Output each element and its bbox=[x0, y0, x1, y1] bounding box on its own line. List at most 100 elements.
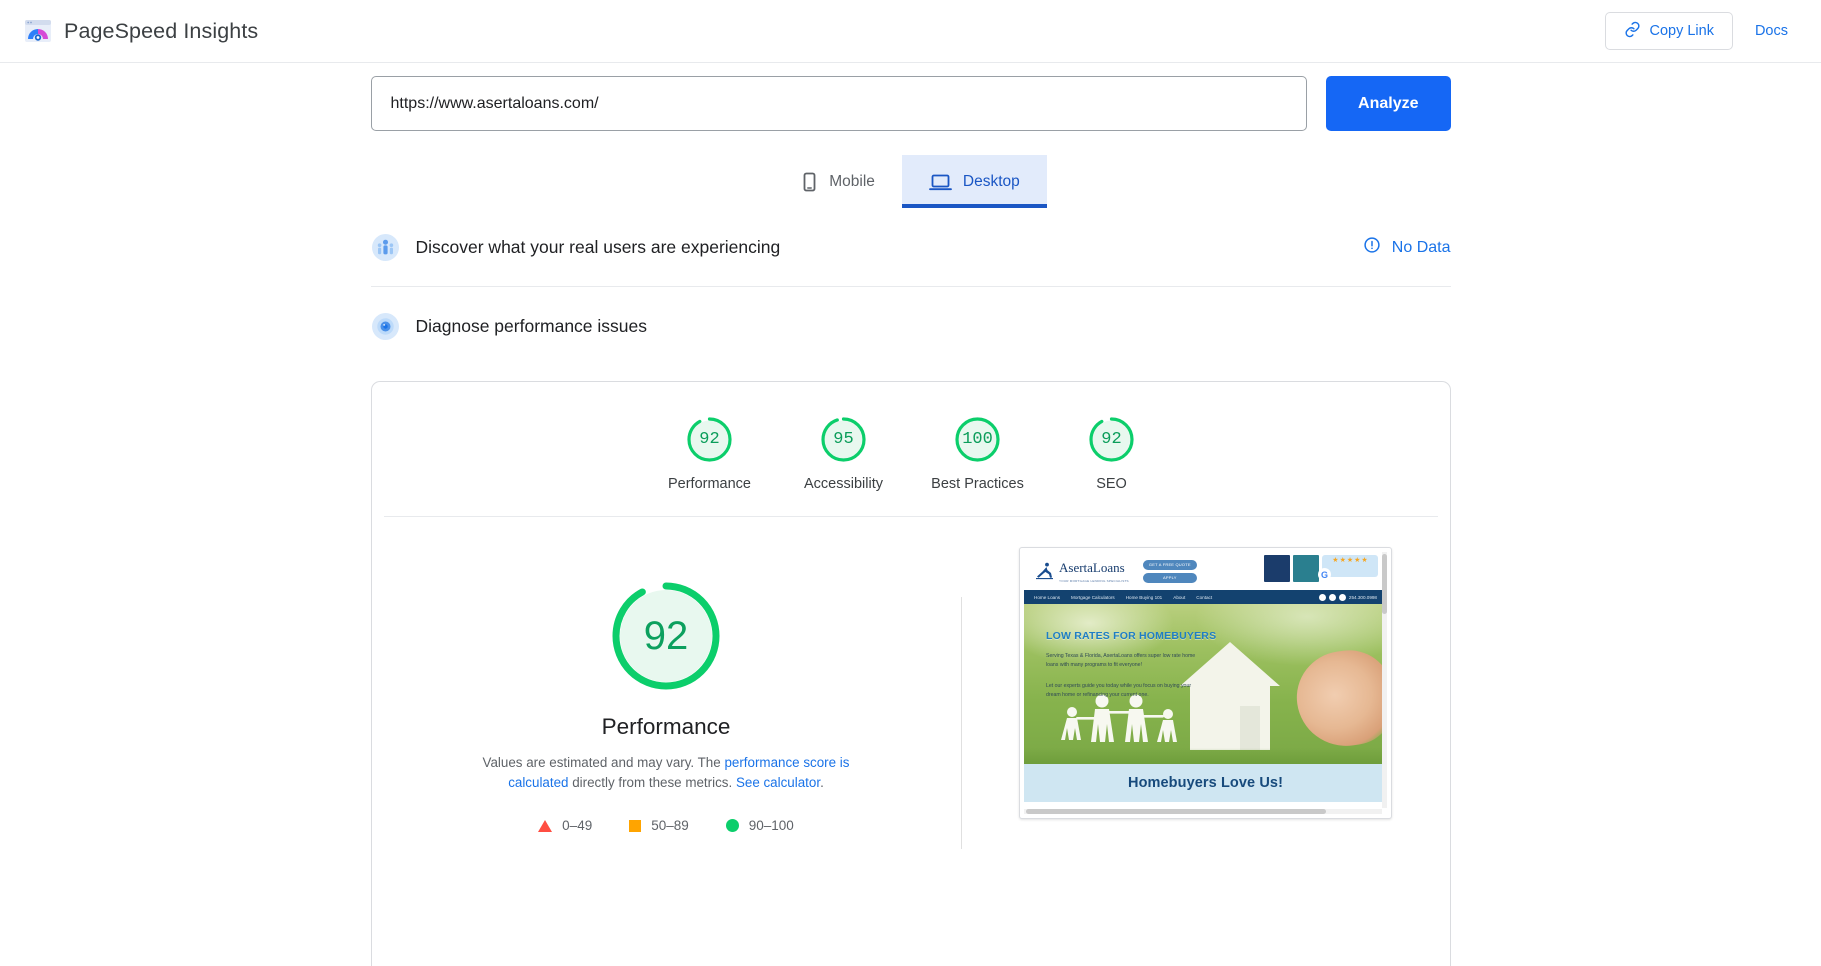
analyze-row: Analyze bbox=[370, 76, 1451, 131]
score-legend: 0–49 50–89 90–100 bbox=[538, 818, 794, 833]
tab-mobile[interactable]: Mobile bbox=[774, 155, 902, 208]
runner-logo-icon bbox=[1034, 561, 1055, 582]
performance-summary: 92 Performance Values are estimated and … bbox=[372, 517, 1450, 959]
linkedin-icon bbox=[1328, 593, 1336, 601]
thumb-cta-secondary: APPLY bbox=[1142, 572, 1197, 583]
gauge-best-practices: 100 bbox=[952, 414, 1003, 465]
tab-mobile-label: Mobile bbox=[829, 172, 875, 190]
circle-icon bbox=[725, 819, 739, 832]
content-column: Analyze Mobile bbox=[370, 76, 1451, 966]
category-best-practices-label: Best Practices bbox=[931, 476, 1024, 492]
thumb-footer-band: Homebuyers Love Us! bbox=[1024, 764, 1387, 802]
gauge-seo-score: 92 bbox=[1101, 430, 1122, 449]
thumb-nav-item-2: Home Buying 101 bbox=[1125, 594, 1163, 600]
docs-link[interactable]: Docs bbox=[1755, 23, 1788, 39]
legend-label-pass: 90–100 bbox=[748, 818, 794, 833]
google-g-icon: G bbox=[1318, 568, 1331, 581]
no-data-label: No Data bbox=[1391, 238, 1451, 256]
gauge-accessibility: 95 bbox=[818, 414, 869, 465]
legend-item-fail: 0–49 bbox=[538, 818, 592, 833]
category-seo-label: SEO bbox=[1096, 476, 1127, 492]
page-thumbnail: AsertaLoans YOUR MORTGAGE LENDING SPECIA… bbox=[1024, 552, 1387, 814]
copy-link-label: Copy Link bbox=[1649, 23, 1714, 39]
category-performance[interactable]: 92 Performance bbox=[643, 414, 777, 492]
link-icon bbox=[1624, 21, 1641, 42]
thumb-site-header: AsertaLoans YOUR MORTGAGE LENDING SPECIA… bbox=[1024, 552, 1387, 590]
field-data-title: Discover what your real users are experi… bbox=[415, 237, 781, 257]
category-performance-label: Performance bbox=[667, 476, 751, 492]
brand[interactable]: PageSpeed Insights bbox=[24, 17, 258, 45]
diagnose-icon bbox=[371, 313, 399, 340]
triangle-icon bbox=[538, 819, 553, 832]
analyze-button[interactable]: Analyze bbox=[1326, 76, 1451, 131]
thumb-nav-item-1: Mortgage Calculators bbox=[1071, 594, 1115, 600]
lab-data-section: Diagnose performance issues bbox=[371, 287, 1451, 365]
thumb-logo-text: AsertaLoans bbox=[1059, 560, 1125, 575]
thumb-footer-text: Homebuyers Love Us! bbox=[1128, 775, 1283, 791]
category-accessibility-label: Accessibility bbox=[804, 476, 883, 492]
page-body: Analyze Mobile bbox=[0, 63, 1821, 966]
page-thumbnail-frame[interactable]: AsertaLoans YOUR MORTGAGE LENDING SPECIA… bbox=[1019, 547, 1392, 819]
category-best-practices[interactable]: 100 Best Practices bbox=[911, 414, 1045, 492]
badge-zillow-icon bbox=[1264, 555, 1290, 582]
gauge-performance-score: 92 bbox=[699, 430, 720, 449]
screenshot-pane: AsertaLoans YOUR MORTGAGE LENDING SPECIA… bbox=[962, 517, 1450, 959]
hand-illustration bbox=[1290, 644, 1387, 753]
square-icon bbox=[629, 819, 642, 832]
performance-gauge: 92 bbox=[609, 579, 723, 693]
app-title: PageSpeed Insights bbox=[64, 18, 259, 43]
category-accessibility[interactable]: 95 Accessibility bbox=[777, 414, 911, 492]
grass-gradient bbox=[1024, 748, 1387, 764]
performance-panel-title: Performance bbox=[601, 714, 731, 739]
thumb-site-logo: AsertaLoans YOUR MORTGAGE LENDING SPECIA… bbox=[1034, 559, 1129, 583]
app-bar: PageSpeed Insights Copy Link Docs bbox=[0, 0, 1821, 63]
gauge-best-practices-score: 100 bbox=[962, 430, 993, 449]
performance-note: Values are estimated and may vary. The p… bbox=[451, 753, 881, 793]
appbar-actions: Copy Link Docs bbox=[1605, 12, 1788, 50]
thumb-hero-heading: LOW RATES FOR HOMEBUYERS bbox=[1046, 630, 1217, 642]
device-tabs: Mobile Desktop bbox=[371, 155, 1451, 208]
thumb-cta-buttons: GET A FREE QUOTE APPLY bbox=[1142, 559, 1197, 583]
tab-desktop-label: Desktop bbox=[962, 172, 1020, 190]
pagespeed-logo-icon bbox=[24, 17, 52, 45]
gauge-seo: 92 bbox=[1086, 414, 1137, 465]
category-gauges: 92 Performance 95 Accessibility 100 Best… bbox=[383, 382, 1438, 517]
instagram-icon bbox=[1338, 593, 1346, 601]
results-card: 92 Performance 95 Accessibility 100 Best… bbox=[370, 381, 1451, 966]
performance-note-suffix: . bbox=[820, 775, 824, 790]
legend-item-pass: 90–100 bbox=[725, 818, 794, 833]
thumbnail-vertical-scrollbar[interactable] bbox=[1382, 552, 1387, 808]
url-input[interactable] bbox=[370, 76, 1308, 131]
thumb-cta-primary: GET A FREE QUOTE bbox=[1142, 559, 1197, 570]
see-calculator-link[interactable]: See calculator bbox=[736, 775, 820, 790]
thumb-nav-item-0: Home Loans bbox=[1034, 594, 1061, 600]
facebook-icon bbox=[1318, 593, 1326, 601]
tab-desktop[interactable]: Desktop bbox=[901, 155, 1047, 208]
thumb-hero: LOW RATES FOR HOMEBUYERS Serving Texas &… bbox=[1024, 604, 1387, 764]
thumb-hero-paragraph-2: Let our experts guide you today while yo… bbox=[1046, 683, 1192, 698]
legend-item-average: 50–89 bbox=[629, 818, 689, 833]
performance-note-prefix: Values are estimated and may vary. The bbox=[482, 755, 725, 770]
thumb-nav-right: 254.300.0998 bbox=[1318, 593, 1377, 601]
copy-link-button[interactable]: Copy Link bbox=[1605, 12, 1733, 50]
performance-gauge-score: 92 bbox=[643, 613, 689, 658]
category-seo[interactable]: 92 SEO bbox=[1045, 414, 1179, 492]
thumb-nav-item-4: Contact bbox=[1196, 594, 1213, 600]
thumb-nav-item-3: About bbox=[1173, 594, 1186, 600]
thumb-site-nav: Home Loans Mortgage Calculators Home Buy… bbox=[1024, 590, 1387, 604]
thumb-phone: 254.300.0998 bbox=[1348, 594, 1377, 600]
badge-award-icon bbox=[1293, 555, 1319, 582]
legend-label-average: 50–89 bbox=[651, 818, 689, 833]
thumb-award-badges: ★ ★ ★ ★ ★ G bbox=[1264, 555, 1378, 582]
lab-data-title: Diagnose performance issues bbox=[415, 316, 648, 336]
thumb-logo-sub: YOUR MORTGAGE LENDING SPECIALISTS bbox=[1059, 579, 1129, 583]
thumbnail-horizontal-scrollbar[interactable] bbox=[1024, 809, 1382, 814]
gauge-accessibility-score: 95 bbox=[833, 430, 854, 449]
no-data-status[interactable]: No Data bbox=[1363, 236, 1451, 259]
field-data-section: Discover what your real users are experi… bbox=[370, 208, 1451, 287]
mobile-phone-icon bbox=[801, 172, 818, 192]
badge-reviews-icon: ★ ★ ★ ★ ★ G bbox=[1318, 555, 1378, 581]
metrics-bar: METRICS Expand view bbox=[372, 959, 1450, 966]
performance-note-middle: directly from these metrics. bbox=[568, 775, 736, 790]
gauge-performance: 92 bbox=[684, 414, 735, 465]
